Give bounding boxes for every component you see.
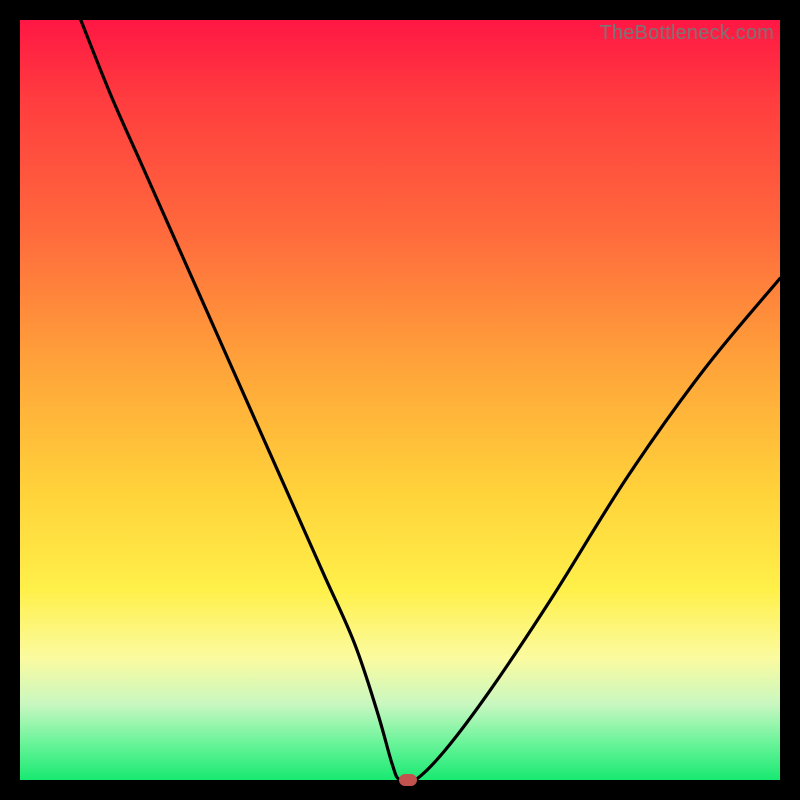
optimum-marker [399, 774, 417, 786]
chart-frame: TheBottleneck.com [0, 0, 800, 800]
plot-area: TheBottleneck.com [20, 20, 780, 780]
bottleneck-curve [20, 20, 780, 780]
curve-path [81, 20, 780, 783]
